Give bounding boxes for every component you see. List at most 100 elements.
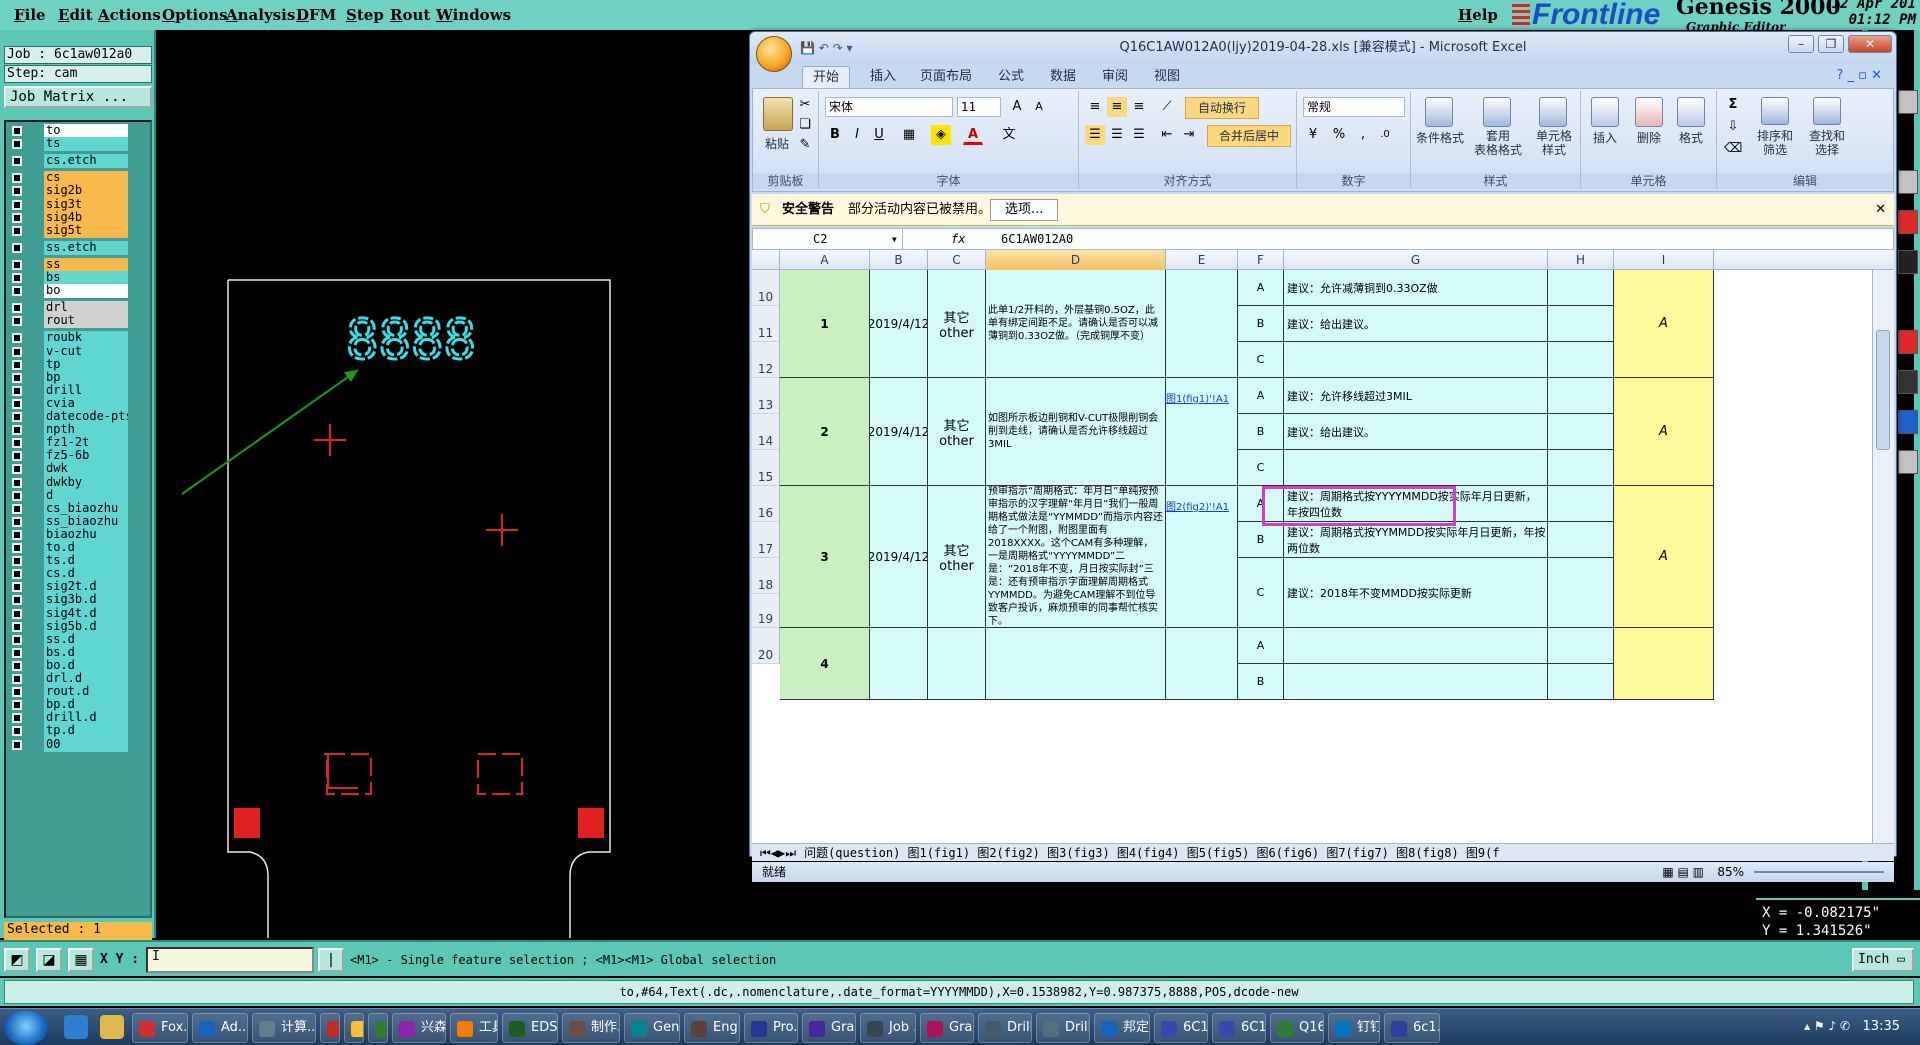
row-header[interactable]: 20 xyxy=(752,628,780,664)
question-no[interactable]: 4 xyxy=(780,628,870,700)
question-no[interactable]: 1 xyxy=(780,270,870,378)
taskbar-item[interactable]: 兴森... xyxy=(392,1013,446,1043)
layer-checkbox[interactable] xyxy=(12,212,22,223)
menu-windows[interactable]: Windows xyxy=(436,6,511,24)
worksheet-grid[interactable]: ABCDEFGHI 10 11 12 1 2019/4/12 其它 other 此单1/2开… xyxy=(752,250,1894,845)
layer-name[interactable]: ts.d xyxy=(44,554,128,569)
option-text[interactable]: 建议：2018年不变MMDD按实际更新 xyxy=(1284,558,1548,628)
empty-cell[interactable] xyxy=(1548,270,1614,306)
layer-row[interactable]: cs.etch xyxy=(8,154,150,169)
layer-row[interactable]: to.d xyxy=(8,541,150,555)
layer-row[interactable]: sig2t.d xyxy=(8,580,150,595)
option-key[interactable]: A xyxy=(1238,378,1284,414)
layer-name[interactable]: sig5t xyxy=(44,223,128,238)
column-header[interactable]: G xyxy=(1284,250,1548,270)
clear-icon[interactable]: ⌫ xyxy=(1723,139,1743,159)
taskbar-item[interactable]: Fox... xyxy=(132,1013,188,1043)
layer-checkbox[interactable] xyxy=(12,464,22,475)
question-date[interactable] xyxy=(870,628,928,700)
align-right-icon[interactable]: ☰ xyxy=(1129,125,1149,145)
layer-name[interactable]: ss_biaozhu xyxy=(44,514,128,529)
bold-icon[interactable]: B xyxy=(825,125,845,145)
layer-row[interactable]: sig4t.d xyxy=(8,606,150,621)
taskbar-item[interactable]: Drill... xyxy=(978,1013,1032,1043)
option-text[interactable] xyxy=(1284,628,1548,664)
answer[interactable] xyxy=(1614,628,1714,700)
fill-icon[interactable]: ⇩ xyxy=(1723,117,1743,137)
tool-button-8[interactable] xyxy=(1898,450,1918,474)
layer-name[interactable]: to xyxy=(44,124,128,138)
taskbar-item[interactable] xyxy=(320,1013,340,1043)
layer-row[interactable]: bp.d xyxy=(8,698,150,713)
empty-cell[interactable] xyxy=(1548,342,1614,378)
formula-input[interactable]: 6C1AW012A0 xyxy=(1001,229,1073,249)
empty-cell[interactable] xyxy=(1548,628,1614,664)
layer-row[interactable]: 00 xyxy=(8,737,150,752)
option-key[interactable]: B xyxy=(1238,306,1284,342)
layer-checkbox[interactable] xyxy=(12,556,22,567)
layer-checkbox[interactable] xyxy=(12,316,22,327)
layer-row[interactable]: ss_biaozhu xyxy=(8,514,150,529)
layer-name[interactable]: dwkby xyxy=(44,475,128,490)
sort-filter-button[interactable]: 排序和 筛选 xyxy=(1751,129,1799,157)
layer-checkbox[interactable] xyxy=(12,674,22,684)
unit-select[interactable]: Inch ▭ xyxy=(1852,948,1914,972)
layer-name[interactable]: bp xyxy=(44,370,128,385)
option-key[interactable]: B xyxy=(1238,522,1284,558)
layer-row[interactable]: cs xyxy=(8,171,150,186)
taskbar-item[interactable]: 制作... xyxy=(562,1013,620,1043)
question-type[interactable]: 其它 other xyxy=(928,378,986,486)
taskbar-item[interactable]: 6C1... xyxy=(1154,1013,1208,1043)
layer-checkbox[interactable] xyxy=(12,286,22,297)
question-date[interactable]: 2019/4/12 xyxy=(870,270,928,378)
menu-help[interactable]: Help xyxy=(1458,6,1498,24)
layer-row[interactable]: cs_biaozhu xyxy=(8,501,150,516)
layer-row[interactable]: cs.d xyxy=(8,567,150,582)
option-text[interactable]: 建议：允许移线超过3MIL xyxy=(1284,378,1548,414)
layer-name[interactable]: ts xyxy=(44,137,128,152)
layer-name[interactable]: drl xyxy=(44,301,128,316)
align-bottom-icon[interactable]: ≡ xyxy=(1129,97,1149,117)
layer-checkbox[interactable] xyxy=(12,726,22,737)
align-top-icon[interactable]: ≡ xyxy=(1085,97,1105,117)
vertical-scrollbar[interactable] xyxy=(1872,270,1894,845)
cell-style-button[interactable]: 单元格 样式 xyxy=(1527,129,1581,157)
layer-row[interactable]: drill xyxy=(8,383,150,398)
layer-name[interactable]: cs_biaozhu xyxy=(44,501,128,516)
layer-row[interactable]: rout.d xyxy=(8,685,150,700)
format-cells-button[interactable]: 格式 xyxy=(1673,129,1709,146)
layer-checkbox[interactable] xyxy=(12,425,22,436)
insert-cells-button[interactable]: 插入 xyxy=(1587,129,1623,146)
layer-checkbox[interactable] xyxy=(12,713,22,724)
question-description[interactable] xyxy=(986,628,1166,700)
taskbar-item[interactable]: 钉钉 xyxy=(1328,1013,1380,1043)
cell-style-icon[interactable] xyxy=(1539,97,1567,127)
layer-name[interactable]: rout.d xyxy=(44,685,128,700)
empty-cell[interactable] xyxy=(1548,664,1614,700)
office-button[interactable] xyxy=(756,36,792,72)
layer-row[interactable]: biaozhu xyxy=(8,527,150,542)
layer-row[interactable]: dwk xyxy=(8,462,150,477)
layer-checkbox[interactable] xyxy=(12,660,22,671)
question-type[interactable]: 其它 other xyxy=(928,486,986,628)
sort-filter-icon[interactable] xyxy=(1761,97,1789,125)
layer-name[interactable]: bo.d xyxy=(44,658,128,673)
layer-checkbox[interactable] xyxy=(12,739,22,750)
option-text[interactable] xyxy=(1284,664,1548,700)
taskbar-item[interactable]: Gen... xyxy=(624,1013,680,1043)
grow-font-icon[interactable]: A xyxy=(1007,97,1027,117)
tab-page-layout[interactable]: 页面布局 xyxy=(910,66,982,88)
tray-icons[interactable]: ▴ ⚑ ♪ ✆ xyxy=(1804,1019,1850,1033)
layer-row[interactable]: dwkby xyxy=(8,475,150,490)
layer-row[interactable]: sig4b xyxy=(8,210,150,225)
figure-link[interactable]: 图1(fig1)'!A1 xyxy=(1166,378,1238,486)
layer-checkbox[interactable] xyxy=(12,173,22,184)
layer-name[interactable]: roubk xyxy=(44,331,128,346)
zoom-slider[interactable] xyxy=(1754,871,1884,873)
option-text[interactable]: 建议：周期格式按YYYYMMDD按实际年月日更新，年按四位数 xyxy=(1284,486,1548,522)
layer-checkbox[interactable] xyxy=(12,687,22,698)
table-format-icon[interactable] xyxy=(1483,97,1511,127)
layer-checkbox[interactable] xyxy=(12,259,22,270)
row-header[interactable]: 13 xyxy=(752,378,780,414)
layer-row[interactable]: to xyxy=(8,124,150,138)
